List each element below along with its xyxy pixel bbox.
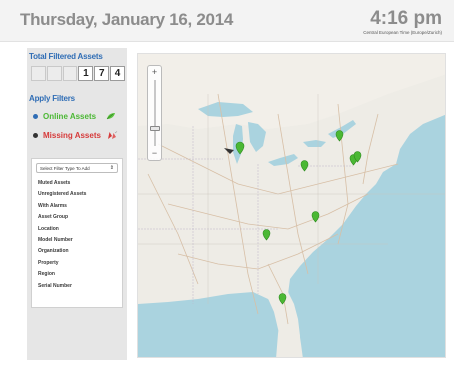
filter-type-panel: Select Filter Type To Add ⇕ Muted Assets…	[31, 158, 123, 308]
timezone-label: Central European Time (Europe/Zurich)	[363, 30, 442, 35]
online-assets-filter[interactable]: Online Assets	[33, 110, 116, 122]
filter-option[interactable]: Property	[32, 258, 122, 269]
chevron-icon: ⇕	[109, 165, 114, 171]
filter-type-select[interactable]: Select Filter Type To Add ⇕	[36, 163, 118, 173]
missing-bullet-icon	[33, 132, 38, 138]
map-canvas[interactable]	[138, 54, 446, 358]
zoom-out-button[interactable]: −	[148, 148, 161, 159]
alert-icon	[107, 130, 118, 139]
filter-option[interactable]: Location	[32, 224, 122, 235]
zoom-slider-handle[interactable]	[150, 126, 160, 131]
zoom-in-button[interactable]: +	[148, 67, 161, 78]
header-bar: Thursday, January 16, 2014 4:16 pm Centr…	[0, 0, 454, 42]
filter-option[interactable]: Region	[32, 269, 122, 280]
filter-option[interactable]: Asset Group	[32, 212, 122, 223]
counter-digit: 1	[78, 66, 94, 81]
online-bullet-icon	[33, 113, 38, 119]
filter-option[interactable]: Serial Number	[32, 281, 122, 292]
filter-select-value: Select Filter Type To Add	[40, 165, 90, 171]
zoom-slider-track[interactable]	[154, 80, 156, 146]
sidebar: Total Filtered Assets 1 7 4 Apply Filter…	[27, 48, 127, 360]
counter-digit	[62, 66, 78, 81]
current-time: 4:16 pm	[370, 8, 442, 29]
filter-option[interactable]: Muted Assets	[32, 178, 122, 189]
missing-assets-label: Missing Assets	[43, 130, 101, 140]
counter-digit	[31, 66, 46, 81]
asset-counter: 1 7 4	[31, 66, 125, 81]
zoom-control[interactable]: + −	[147, 65, 162, 161]
total-assets-title: Total Filtered Assets	[29, 52, 103, 61]
counter-digit: 7	[94, 66, 110, 81]
missing-assets-filter[interactable]: Missing Assets	[33, 129, 118, 141]
current-date: Thursday, January 16, 2014	[20, 10, 234, 29]
leaf-icon	[106, 113, 116, 120]
filter-option[interactable]: Model Number	[32, 235, 122, 246]
apply-filters-title: Apply Filters	[29, 94, 75, 103]
filter-option[interactable]: With Alarms	[32, 201, 122, 212]
filter-option[interactable]: Organization	[32, 246, 122, 257]
counter-digit	[46, 66, 62, 81]
filter-option[interactable]: Unregistered Assets	[32, 189, 122, 200]
online-assets-label: Online Assets	[43, 111, 97, 121]
counter-digit: 4	[110, 66, 125, 81]
asset-map[interactable]: + −	[137, 53, 446, 358]
